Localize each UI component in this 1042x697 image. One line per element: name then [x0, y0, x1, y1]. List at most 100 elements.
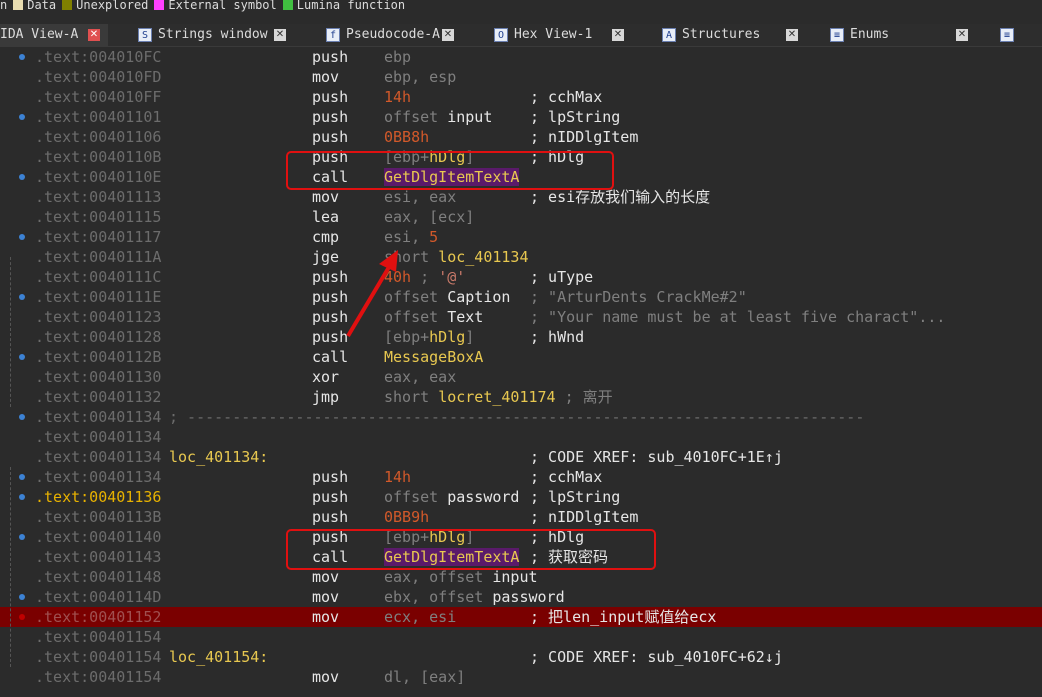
- code-label[interactable]: loc_401134:: [169, 447, 268, 467]
- trace-dot-icon[interactable]: [19, 594, 25, 600]
- operand-token: eax, eax: [384, 368, 457, 386]
- trace-dot-icon[interactable]: [19, 534, 25, 540]
- listing-row[interactable]: .text:00401134 loc_401134: ; CODE XREF: su…: [0, 447, 1042, 467]
- listing-row[interactable]: .text:00401148 mov eax, offset input: [0, 567, 1042, 587]
- listing-row[interactable]: .text:0040114D mov ebx, offset password: [0, 587, 1042, 607]
- tab-enums[interactable]: ≡ Enums ✕: [826, 24, 976, 46]
- listing-row[interactable]: .text:00401115 lea eax, [ecx]: [0, 207, 1042, 227]
- tab-strings-window[interactable]: S Strings window ✕: [134, 24, 294, 46]
- listing-row[interactable]: .text:00401101 push offset input ; lpString: [0, 107, 1042, 127]
- operands[interactable]: eax, offset input: [384, 567, 538, 587]
- operand-token[interactable]: locret_401174: [438, 388, 555, 406]
- operands[interactable]: eax, [ecx]: [384, 207, 474, 227]
- trace-dot-icon[interactable]: [19, 414, 25, 420]
- operands[interactable]: short locret_401174 ; 离开: [384, 387, 613, 407]
- operand-token[interactable]: hDlg: [429, 328, 465, 346]
- operand-token[interactable]: Caption: [447, 288, 510, 306]
- listing-row[interactable]: .text:00401134: [0, 427, 1042, 447]
- operand-token: esi,: [384, 228, 430, 246]
- operand-token[interactable]: input: [492, 568, 537, 586]
- code-label[interactable]: loc_401154:: [169, 647, 268, 667]
- listing-row[interactable]: .text:004010FD mov ebp, esp: [0, 67, 1042, 87]
- tab-structures[interactable]: A Structures ✕: [658, 24, 806, 46]
- mnemonic: push: [312, 308, 349, 326]
- close-tab-icon[interactable]: ✕: [956, 29, 968, 41]
- disassembly-listing[interactable]: .text:004010FC push ebp .text:004010FD mov eb…: [0, 47, 1042, 697]
- listing-row[interactable]: .text:004010FF push 14h ; cchMax: [0, 87, 1042, 107]
- listing-row[interactable]: .text:0040111E push offset Caption ; "Artur…: [0, 287, 1042, 307]
- operand-token[interactable]: input: [447, 108, 492, 126]
- operands[interactable]: offset password: [384, 487, 519, 507]
- listing-row[interactable]: .text:0040113B push 0BB9h ; nIDDlgItem: [0, 507, 1042, 527]
- listing-row[interactable]: .text:00401132 jmp short locret_401174 ; 离…: [0, 387, 1042, 407]
- listing-row[interactable]: .text:00401154 mov dl, [eax]: [0, 667, 1042, 687]
- listing-row[interactable]: .text:00401128 push [ebp+hDlg] ; hWnd: [0, 327, 1042, 347]
- operands[interactable]: offset Text: [384, 307, 483, 327]
- operands[interactable]: dl, [eax]: [384, 667, 465, 687]
- operands[interactable]: offset Caption: [384, 287, 510, 307]
- operand-token: dl, [eax]: [384, 668, 466, 686]
- operands[interactable]: 14h: [384, 87, 411, 107]
- listing-row[interactable]: .text:0040111A jge short loc_401134: [0, 247, 1042, 267]
- listing-row[interactable]: .text:00401130 xor eax, eax: [0, 367, 1042, 387]
- breakpoint-row[interactable]: .text:00401152 mov ecx, esi ; 把len_input赋值给…: [0, 607, 1042, 627]
- operand-token[interactable]: password: [447, 488, 519, 506]
- tab-hex-view-1[interactable]: O Hex View-1 ✕: [490, 24, 632, 46]
- tab-pseudocode-a[interactable]: f Pseudocode-A ✕: [322, 24, 462, 46]
- close-tab-icon[interactable]: ✕: [612, 29, 624, 41]
- trace-dot-icon[interactable]: [19, 294, 25, 300]
- operands[interactable]: 0BB8h: [384, 127, 429, 147]
- operand-token: eax, [ecx]: [384, 208, 475, 226]
- operand-token[interactable]: Text: [447, 308, 483, 326]
- listing-row[interactable]: .text:00401154: [0, 627, 1042, 647]
- mnemonic: cmp: [312, 228, 340, 246]
- operands[interactable]: 14h: [384, 467, 411, 487]
- operands[interactable]: ebx, offset password: [384, 587, 565, 607]
- listing-row[interactable]: .text:00401134 ; ------------------------…: [0, 407, 1042, 427]
- operand-token: ;: [411, 268, 439, 286]
- listing-row[interactable]: .text:00401134 push 14h ; cchMax: [0, 467, 1042, 487]
- operands[interactable]: esi, 5: [384, 227, 438, 247]
- close-tab-icon[interactable]: ✕: [274, 29, 286, 41]
- breakpoint-icon[interactable]: [19, 614, 25, 620]
- operands[interactable]: short loc_401134: [384, 247, 529, 267]
- trace-dot-icon[interactable]: [19, 354, 25, 360]
- operands[interactable]: ebp, esp: [384, 67, 456, 87]
- listing-row[interactable]: .text:00401136 push offset password ; lpStr…: [0, 487, 1042, 507]
- trace-dot-icon[interactable]: [19, 114, 25, 120]
- tab-imports[interactable]: ≡: [996, 24, 1042, 46]
- trace-dot-icon[interactable]: [19, 494, 25, 500]
- operand-token[interactable]: password: [492, 588, 564, 606]
- listing-row[interactable]: .text:00401106 push 0BB8h ; nIDDlgItem: [0, 127, 1042, 147]
- operands[interactable]: esi, eax: [384, 187, 456, 207]
- operands[interactable]: 40h ; '@': [384, 267, 465, 287]
- operands[interactable]: ebp: [384, 47, 411, 67]
- operand-token[interactable]: MessageBoxA: [384, 348, 483, 366]
- operands[interactable]: eax, eax: [384, 367, 456, 387]
- listing-row[interactable]: .text:00401113 mov esi, eax ; esi存放我们输入的长度: [0, 187, 1042, 207]
- trace-dot-icon[interactable]: [19, 474, 25, 480]
- listing-row[interactable]: .text:00401117 cmp esi, 5: [0, 227, 1042, 247]
- address: .text:00401148: [35, 568, 162, 586]
- operands[interactable]: ecx, esi: [384, 607, 456, 627]
- trace-dot-icon[interactable]: [19, 54, 25, 60]
- operands[interactable]: MessageBoxA: [384, 347, 483, 367]
- listing-row[interactable]: .text:0040111C push 40h ; '@' ; uType: [0, 267, 1042, 287]
- listing-row[interactable]: .text:00401154 loc_401154: ; CODE XREF: su…: [0, 647, 1042, 667]
- comment: ; "Your name must be at least five chara…: [530, 308, 946, 326]
- listing-row[interactable]: .text:004010FC push ebp: [0, 47, 1042, 67]
- operands[interactable]: 0BB9h: [384, 507, 429, 527]
- close-tab-icon[interactable]: ✕: [88, 29, 100, 41]
- legend-label: External symbol: [168, 0, 277, 12]
- listing-row[interactable]: .text:0040112B call MessageBoxA: [0, 347, 1042, 367]
- operands[interactable]: offset input: [384, 107, 492, 127]
- trace-dot-icon[interactable]: [19, 174, 25, 180]
- mnemonic: push: [312, 108, 349, 126]
- tab-ida-view-a[interactable]: IDA View-A ✕: [0, 24, 108, 46]
- trace-dot-icon[interactable]: [19, 234, 25, 240]
- operands[interactable]: [ebp+hDlg]: [384, 327, 474, 347]
- operand-token[interactable]: loc_401134: [438, 248, 528, 266]
- close-tab-icon[interactable]: ✕: [442, 29, 454, 41]
- close-tab-icon[interactable]: ✕: [786, 29, 798, 41]
- listing-row[interactable]: .text:00401123 push offset Text ; "Your nam…: [0, 307, 1042, 327]
